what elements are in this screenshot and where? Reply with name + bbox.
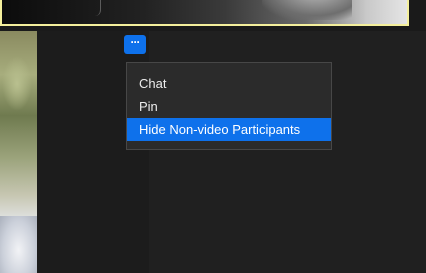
video-content-detail [0,216,37,273]
menu-item-chat[interactable]: Chat [127,72,331,95]
video-tile-active-speaker[interactable] [0,0,409,26]
video-tile-participant[interactable] [0,31,37,273]
video-content-detail [262,0,352,20]
context-menu: Chat Pin Hide Non-video Participants [126,62,332,150]
menu-item-hide-non-video-participants[interactable]: Hide Non-video Participants [127,118,331,141]
more-horizontal-icon: ··· [130,35,141,49]
video-content-detail [92,0,101,16]
more-options-button[interactable]: ··· [124,35,146,54]
video-content-detail [2,56,32,111]
menu-item-pin[interactable]: Pin [127,95,331,118]
